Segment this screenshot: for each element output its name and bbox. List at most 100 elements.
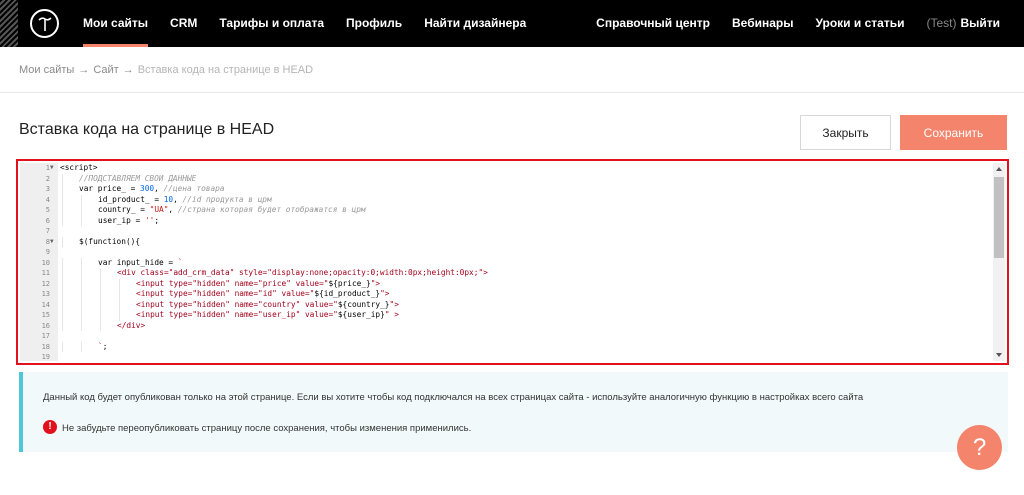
code-content: var price_ = 300, //цена товара: [79, 184, 225, 195]
indent-guide: [119, 278, 120, 289]
line-number: 7: [45, 227, 50, 235]
code-token: ${price_}: [328, 278, 371, 288]
indent-guide: [62, 320, 63, 331]
line-number: 10: [41, 258, 50, 267]
code-line: 18 `;: [42, 341, 991, 352]
fold-arrow-icon[interactable]: ▼: [50, 237, 58, 248]
code-token: ">: [389, 299, 399, 309]
indent-guide: [62, 310, 63, 321]
indent-guide: [100, 289, 101, 300]
code-line: 15 <input type="hidden" name="user_ip" va…: [42, 310, 991, 321]
fold-arrow-icon[interactable]: ▼: [50, 163, 58, 174]
code-token: //ПОДСТАВЛЯЕМ СВОИ ДАННЫЕ: [79, 173, 197, 183]
warning-text: Не забудьте переопубликовать страницу по…: [62, 423, 472, 434]
code-area[interactable]: 1 ▼ <script> 2 //ПОДСТАВЛЯЕМ СВОИ ДАННЫЕ 3 var…: [42, 163, 991, 363]
indent-guide: [62, 184, 63, 195]
code-token: "UA": [149, 205, 169, 214]
breadcrumb-my-sites[interactable]: Мои сайты: [19, 64, 74, 76]
code-token: <input type="hidden" name="price" value=…: [136, 278, 329, 288]
secondary-menu: Справочный центр Вебинары Уроки и статьи…: [574, 0, 1000, 47]
logo-glyph-icon: [37, 16, 52, 31]
code-line: 19: [42, 352, 991, 363]
indent-guide: [62, 278, 63, 289]
code-line: 6 user_ip = '';: [46, 215, 991, 226]
code-line: 2 //ПОДСТАВЛЯЕМ СВОИ ДАННЫЕ: [46, 173, 991, 185]
code-token: `: [177, 257, 183, 267]
indent-guide: [81, 310, 82, 321]
editor-scrollbar[interactable]: [993, 163, 1005, 361]
code-line: 7: [46, 226, 991, 237]
code-token: " >: [384, 310, 399, 319]
code-line: 14 <input type="hidden" name="country" va…: [42, 299, 991, 311]
user-logout[interactable]: (Test) Выйти: [926, 0, 1000, 47]
code-content: <input type="hidden" name="user_ip" valu…: [136, 310, 399, 321]
line-number: 11: [41, 269, 50, 277]
nav-profile[interactable]: Профиль: [346, 0, 402, 47]
code-editor[interactable]: 1 ▼ <script> 2 //ПОДСТАВЛЯЕМ СВОИ ДАННЫЕ 3 var…: [16, 159, 1009, 365]
code-content: <input type="hidden" name="id" value="${…: [136, 289, 390, 300]
code-token: $(function(){: [79, 236, 141, 246]
indent-guide: [81, 257, 82, 268]
code-content: </div>: [117, 321, 145, 332]
line-number: 12: [41, 279, 50, 288]
code-line: 1 ▼ <script>: [46, 163, 991, 174]
header-divider: [0, 92, 1024, 93]
code-token: 10: [163, 194, 174, 204]
code-content: id_product_ = 10, //id продукта в црм: [98, 195, 272, 206]
breadcrumb-site[interactable]: Сайт: [93, 64, 118, 76]
nav-find-designer[interactable]: Найти дизайнера: [424, 0, 526, 47]
tilda-logo-icon[interactable]: [30, 9, 59, 38]
info-box: Данный код будет опубликован только на э…: [19, 372, 1008, 452]
code-content: <script>: [60, 163, 98, 174]
nav-lessons-articles[interactable]: Уроки и статьи: [816, 0, 905, 47]
code-token: ;: [154, 215, 160, 225]
indent-guide: [62, 215, 63, 226]
indent-guide: [119, 289, 120, 300]
nav-help-center[interactable]: Справочный центр: [596, 0, 710, 47]
code-token: <div class="add_crm_data" style="display…: [117, 268, 488, 277]
breadcrumb-separator: →: [122, 64, 134, 76]
breadcrumb-current: Вставка кода на странице в HEAD: [137, 64, 314, 76]
indent-guide: [100, 310, 101, 321]
code-token: //страна которая будет отображатся в црм: [177, 205, 366, 214]
main-menu: Мои сайты CRM Тарифы и оплата Профиль На…: [83, 0, 548, 47]
nav-webinars[interactable]: Вебинары: [732, 0, 793, 47]
logout-link[interactable]: Выйти: [960, 16, 1000, 30]
line-number: 13: [41, 290, 50, 298]
code-token: ">: [370, 278, 381, 288]
code-token: ${user_ip}: [337, 310, 385, 319]
indent-guide: [62, 268, 63, 279]
indent-guide: [81, 205, 82, 216]
close-button[interactable]: Закрыть: [800, 115, 891, 150]
code-content: <input type="hidden" name="country" valu…: [136, 300, 399, 311]
code-content: country_ = "UA", //страна которая будет …: [98, 205, 366, 216]
indent-guide: [62, 194, 63, 205]
code-line: 17: [42, 331, 991, 342]
line-number: 2: [45, 174, 50, 183]
code-token: </div>: [117, 320, 146, 330]
indent-guide: [62, 289, 63, 300]
decorative-pattern: [0, 0, 18, 47]
scroll-thumb[interactable]: [994, 177, 1004, 258]
code-token: <script>: [60, 163, 98, 172]
nav-plans-payment[interactable]: Тарифы и оплата: [219, 0, 324, 47]
indent-guide: [62, 257, 63, 268]
code-line: 8 ▼ $(function(){: [46, 236, 991, 248]
nav-crm[interactable]: CRM: [170, 0, 197, 47]
indent-guide: [81, 299, 82, 310]
save-button[interactable]: Сохранить: [900, 115, 1007, 150]
indent-guide: [81, 268, 82, 279]
scroll-up-arrow-icon[interactable]: [996, 167, 1002, 171]
code-line: 12 <input type="hidden" name="price" valu…: [42, 278, 991, 289]
indent-guide: [100, 278, 101, 289]
code-token: var price_ =: [79, 184, 141, 193]
user-tag: (Test): [926, 16, 957, 30]
help-button[interactable]: ?: [957, 425, 1002, 470]
code-content: $(function(){: [79, 237, 140, 248]
code-token: user_ip =: [98, 215, 145, 225]
nav-my-sites[interactable]: Мои сайты: [83, 0, 149, 47]
code-line: 3 var price_ = 300, //цена товара: [46, 184, 991, 195]
line-number: 8: [45, 237, 50, 246]
scroll-down-arrow-icon[interactable]: [996, 353, 1002, 357]
code-content: //ПОДСТАВЛЯЕМ СВОИ ДАННЫЕ: [79, 174, 196, 185]
